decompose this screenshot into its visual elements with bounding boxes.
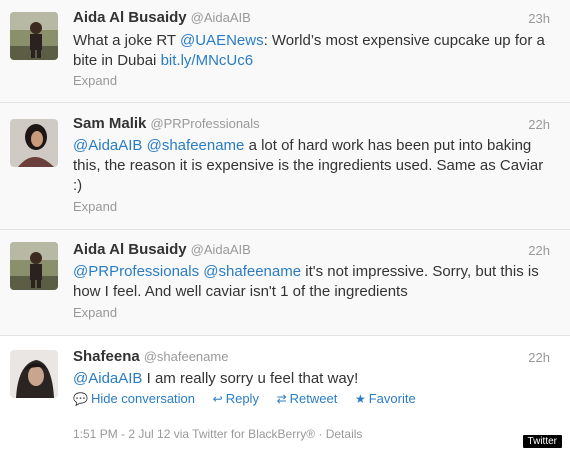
tweet-text: @AidaAIB @shafeename a lot of hard work … [73, 136, 553, 196]
mention-link[interactable]: @shafeename [203, 263, 301, 280]
expand-link[interactable]: Expand [73, 73, 117, 88]
tweet[interactable]: Aida Al Busaidy @AidaAIB 22h @PRProfessio… [0, 230, 570, 336]
reply-label: Reply [225, 391, 259, 406]
expand-link[interactable]: Expand [73, 305, 117, 320]
tweet-header: Aida Al Busaidy @AidaAIB 23h [73, 9, 560, 31]
favorite-label: Favorite [368, 391, 416, 406]
tweet-text: @PRProfessionals @shafeename it's not im… [73, 262, 553, 302]
star-icon: ★ [354, 392, 366, 406]
tweet-actions: 💬 Hide conversation ↩ Reply ⇄ Retweet ★ Favo… [73, 391, 430, 406]
reply-button[interactable]: ↩ Reply [213, 391, 259, 406]
avatar[interactable] [10, 119, 58, 167]
user-name[interactable]: Aida Al Busaidy [73, 9, 187, 26]
user-handle[interactable]: @shafeename [144, 349, 229, 364]
details-link[interactable]: Details [326, 427, 363, 441]
favorite-button[interactable]: ★ Favorite [355, 391, 416, 406]
mention-link[interactable]: @AidaAIB [73, 370, 142, 387]
text-segment: I am really sorry u feel that way! [142, 370, 359, 387]
tweet-text: What a joke RT @UAENews: World’s most ex… [73, 31, 553, 71]
tweet-header: Shafeena @shafeename 22h [73, 348, 560, 370]
expand-link[interactable]: Expand [73, 199, 117, 214]
retweet-button[interactable]: ⇄ Retweet [277, 391, 338, 406]
mention-link[interactable]: @PRProfessionals [73, 263, 199, 280]
tweet-time[interactable]: 23h [528, 11, 550, 26]
mention-link[interactable]: @UAENews [180, 32, 264, 49]
mention-link[interactable]: @shafeename [147, 137, 245, 154]
timestamp-link[interactable]: 1:51 PM - 2 Jul 12 via Twitter for Black… [73, 427, 315, 441]
tweet[interactable]: Sam Malik @PRProfessionals 22h @AidaAIB @… [0, 103, 570, 230]
tweet-header: Aida Al Busaidy @AidaAIB 22h [73, 241, 560, 263]
user-name[interactable]: Aida Al Busaidy [73, 241, 187, 258]
user-handle[interactable]: @AidaAIB [191, 242, 251, 257]
tweet-time[interactable]: 22h [528, 350, 550, 365]
avatar[interactable] [10, 350, 58, 398]
speech-bubble-icon: 💬 [73, 392, 88, 406]
tweet-expanded[interactable]: Shafeena @shafeename 22h @AidaAIB I am re… [0, 336, 570, 452]
avatar[interactable] [10, 242, 58, 290]
twitter-badge: Twitter [522, 435, 562, 448]
tweet-time[interactable]: 22h [528, 243, 550, 258]
hide-conversation-button[interactable]: 💬 Hide conversation [73, 391, 195, 406]
tweet-header: Sam Malik @PRProfessionals 22h [73, 115, 560, 137]
user-name[interactable]: Shafeena [73, 348, 140, 365]
user-handle[interactable]: @AidaAIB [191, 10, 251, 25]
avatar[interactable] [10, 12, 58, 60]
separator: · [315, 427, 326, 441]
retweet-icon: ⇄ [276, 392, 287, 406]
mention-link[interactable]: @AidaAIB [73, 137, 142, 154]
tweet[interactable]: Aida Al Busaidy @AidaAIB 23h What a joke … [0, 0, 570, 103]
tweet-footer: 1:51 PM - 2 Jul 12 via Twitter for Black… [73, 427, 362, 441]
reply-arrow-icon: ↩ [212, 392, 223, 406]
user-handle[interactable]: @PRProfessionals [150, 116, 259, 131]
text-segment: What a joke RT [73, 32, 180, 49]
user-name[interactable]: Sam Malik [73, 115, 146, 132]
retweet-label: Retweet [289, 391, 338, 406]
hide-label: Hide conversation [90, 391, 196, 406]
tweet-time[interactable]: 22h [528, 117, 550, 132]
tweet-text: @AidaAIB I am really sorry u feel that w… [73, 369, 553, 389]
url-link[interactable]: bit.ly/MNcUc6 [161, 52, 254, 69]
